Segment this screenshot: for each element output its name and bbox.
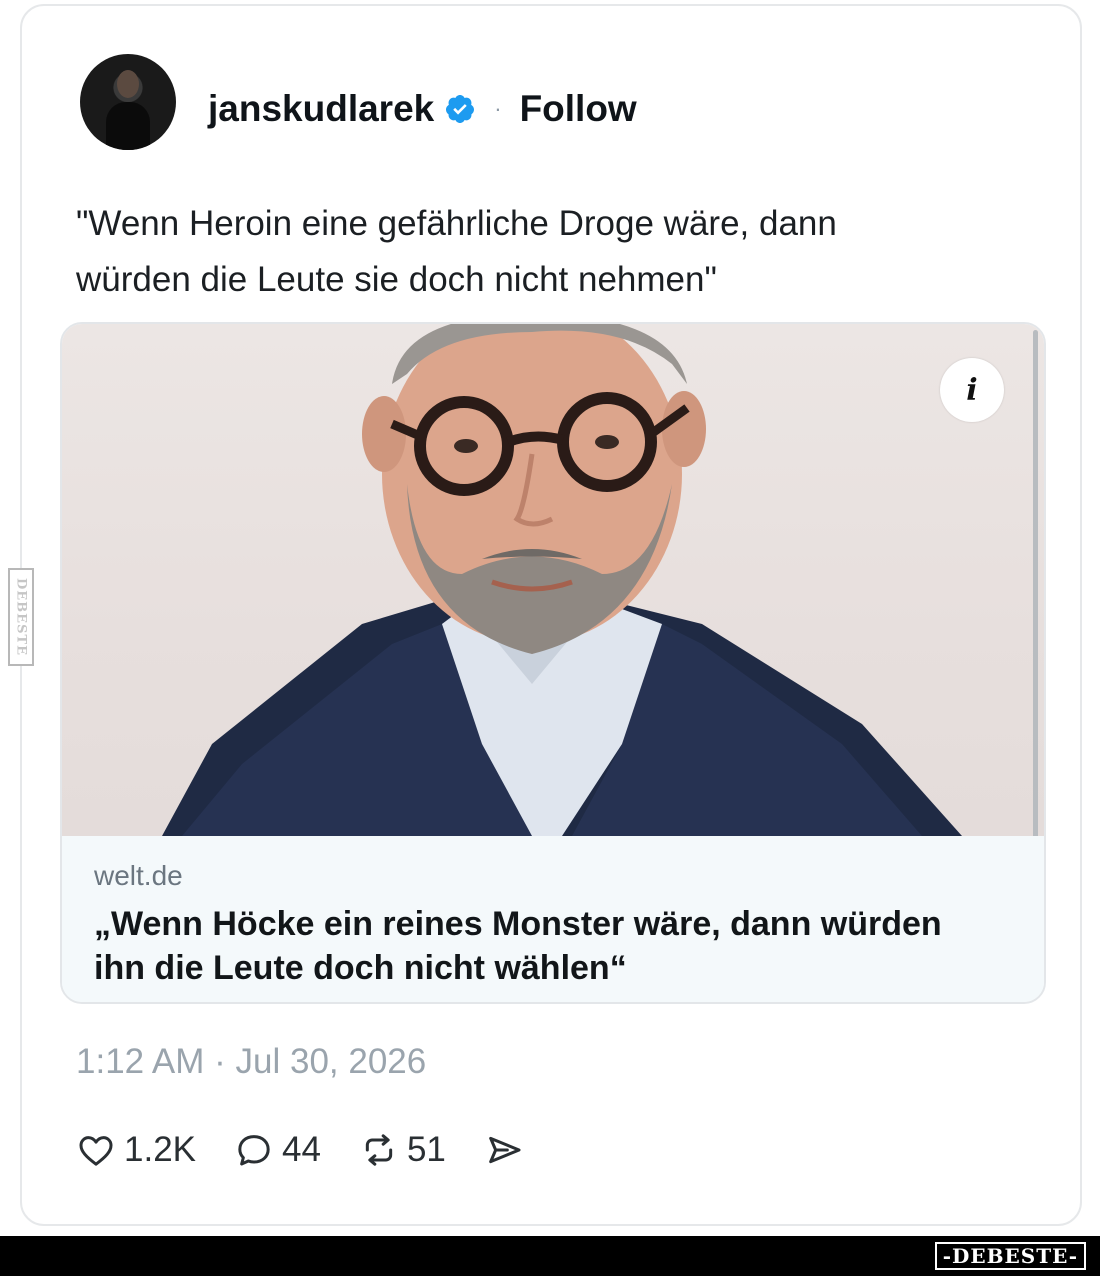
avatar[interactable] bbox=[80, 54, 176, 150]
link-title[interactable]: „Wenn Höcke ein reines Monster wäre, dan… bbox=[94, 902, 1012, 990]
like-button[interactable]: 1.2K bbox=[76, 1130, 196, 1170]
repost-icon bbox=[365, 1134, 393, 1166]
watermark-logo: -DEBESTE- bbox=[934, 1242, 1086, 1270]
send-icon bbox=[489, 1136, 521, 1164]
action-bar: 1.2K 44 51 bbox=[76, 1130, 562, 1170]
post-text: "Wenn Heroin eine gefährliche Droge wäre… bbox=[76, 204, 837, 299]
reply-button[interactable]: 44 bbox=[234, 1130, 321, 1170]
link-preview-card[interactable]: i welt.de „Wenn Höcke ein reines Monster… bbox=[60, 322, 1046, 1004]
follow-button[interactable]: Follow bbox=[520, 88, 637, 130]
username[interactable]: janskudlarek bbox=[208, 88, 434, 130]
heart-icon bbox=[79, 1136, 113, 1166]
share-button[interactable] bbox=[484, 1130, 524, 1170]
post-timestamp[interactable]: 1:12 AM · Jul 30, 2026 bbox=[76, 1042, 426, 1082]
post-header: janskudlarek · Follow bbox=[208, 88, 637, 130]
info-icon[interactable]: i bbox=[940, 358, 1004, 422]
link-domain: welt.de bbox=[94, 860, 183, 891]
avatar-head bbox=[117, 70, 139, 98]
watermark-side-text: DEBESTE bbox=[13, 577, 29, 657]
link-preview-image[interactable]: i bbox=[62, 324, 1044, 836]
verified-badge-icon bbox=[446, 95, 475, 123]
reply-bubble-icon bbox=[238, 1135, 270, 1166]
separator-dot: · bbox=[494, 96, 502, 121]
like-count: 1.2K bbox=[124, 1130, 196, 1169]
repost-button[interactable]: 51 bbox=[359, 1130, 446, 1170]
watermark-side: DEBESTE bbox=[8, 568, 34, 666]
link-meta: welt.de „Wenn Höcke ein reines Monster w… bbox=[62, 836, 1044, 1002]
repost-count: 51 bbox=[406, 1130, 446, 1169]
reply-count: 44 bbox=[282, 1130, 321, 1169]
avatar-body bbox=[106, 102, 150, 150]
portrait-illustration bbox=[162, 324, 962, 836]
bottom-watermark-bar: -DEBESTE- bbox=[0, 1236, 1100, 1276]
scrollbar[interactable] bbox=[1033, 330, 1038, 860]
post-card: janskudlarek · Follow "Wenn Heroin eine … bbox=[20, 4, 1082, 1226]
